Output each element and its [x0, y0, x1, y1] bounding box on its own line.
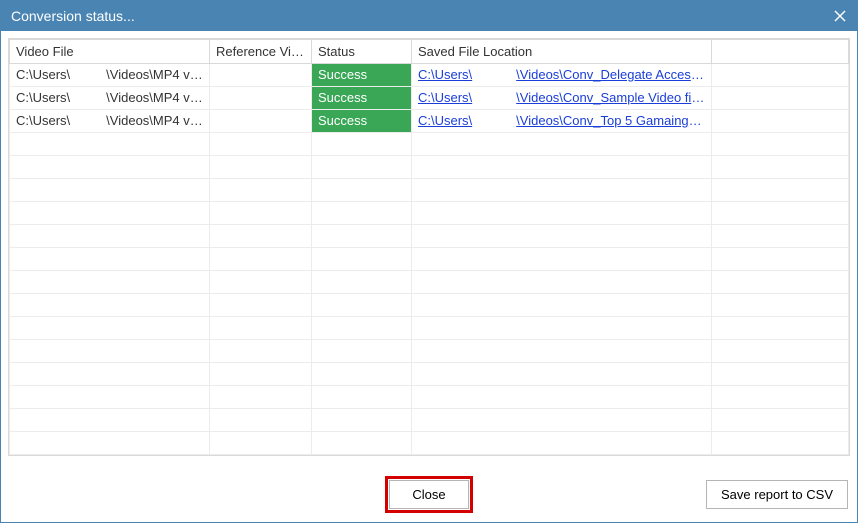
conversion-status-window: Conversion status... Video File Referenc…	[0, 0, 858, 523]
titlebar[interactable]: Conversion status...	[1, 1, 857, 31]
table-row-empty	[10, 386, 849, 409]
col-saved-location[interactable]: Saved File Location	[412, 40, 712, 64]
saved-location-link[interactable]: C:\Users\\Videos\Conv_Top 5 Gamaing Lapt…	[412, 110, 712, 133]
reference-video-cell	[210, 87, 312, 110]
table-row-empty	[10, 409, 849, 432]
extra-cell	[712, 64, 849, 87]
status-cell: Success	[312, 87, 412, 110]
table-row-empty	[10, 432, 849, 455]
close-button[interactable]: Close	[389, 480, 469, 509]
extra-cell	[712, 87, 849, 110]
status-table: Video File Reference Video... Status Sav…	[8, 38, 850, 456]
table-row-empty	[10, 317, 849, 340]
video-file-cell: C:\Users\\Videos\MP4 vi...	[10, 110, 210, 133]
table-row-empty	[10, 248, 849, 271]
video-file-cell: C:\Users\\Videos\MP4 vi...	[10, 64, 210, 87]
table-row-empty	[10, 225, 849, 248]
extra-cell	[712, 110, 849, 133]
table-row-empty	[10, 294, 849, 317]
col-video-file[interactable]: Video File	[10, 40, 210, 64]
video-file-cell: C:\Users\\Videos\MP4 vi...	[10, 87, 210, 110]
table-row-empty	[10, 202, 849, 225]
status-cell: Success	[312, 64, 412, 87]
table-header-row: Video File Reference Video... Status Sav…	[10, 40, 849, 64]
status-cell: Success	[312, 110, 412, 133]
table-row-empty	[10, 156, 849, 179]
content-area: Video File Reference Video... Status Sav…	[1, 31, 857, 522]
table-row-empty	[10, 271, 849, 294]
table-row[interactable]: C:\Users\\Videos\MP4 vi... SuccessC:\User…	[10, 110, 849, 133]
close-icon[interactable]	[831, 7, 849, 25]
reference-video-cell	[210, 64, 312, 87]
table-row[interactable]: C:\Users\\Videos\MP4 vi... SuccessC:\User…	[10, 64, 849, 87]
footer-bar: Close Save report to CSV	[8, 469, 850, 515]
table-row-empty	[10, 179, 849, 202]
table-row-empty	[10, 363, 849, 386]
close-button-highlight: Close	[385, 476, 473, 513]
window-title: Conversion status...	[11, 8, 135, 24]
col-status[interactable]: Status	[312, 40, 412, 64]
saved-location-link[interactable]: C:\Users\\Videos\Conv_Sample Video files…	[412, 87, 712, 110]
table-row[interactable]: C:\Users\\Videos\MP4 vi... SuccessC:\User…	[10, 87, 849, 110]
save-report-csv-button[interactable]: Save report to CSV	[706, 480, 848, 509]
col-extra[interactable]	[712, 40, 849, 64]
table-row-empty	[10, 340, 849, 363]
saved-location-link[interactable]: C:\Users\\Videos\Conv_Delegate Access Ri…	[412, 64, 712, 87]
reference-video-cell	[210, 110, 312, 133]
table-row-empty	[10, 133, 849, 156]
col-reference-video[interactable]: Reference Video...	[210, 40, 312, 64]
